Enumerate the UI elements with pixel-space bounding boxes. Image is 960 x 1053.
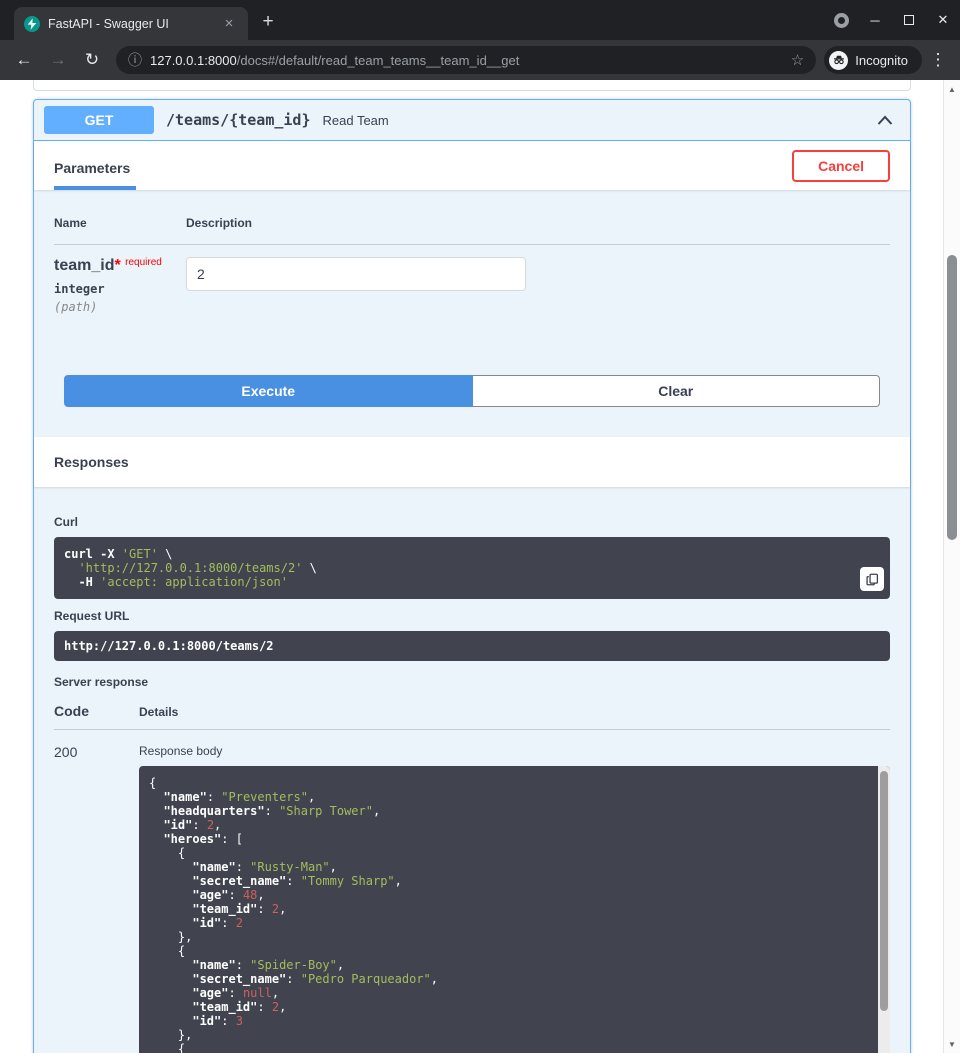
address-bar[interactable]: ⓘ 127.0.0.1:8000/docs#/default/read_team… xyxy=(116,46,816,74)
parameters-table-head: Name Description xyxy=(54,210,890,245)
column-name: Name xyxy=(54,216,186,230)
required-label: required xyxy=(125,257,162,268)
bookmark-star-icon[interactable]: ☆ xyxy=(791,51,804,69)
browser-menu-icon[interactable]: ⋮ xyxy=(924,50,952,70)
required-star: * xyxy=(114,257,120,274)
incognito-badge: Incognito xyxy=(824,46,922,74)
response-body-block: { "name": "Preventers", "headquarters": … xyxy=(139,766,890,1053)
parameter-type: integer xyxy=(54,282,186,296)
responses-body: Curl curl -X 'GET' \ 'http://127.0.0.1:8… xyxy=(34,487,910,1053)
request-url-block: http://127.0.0.1:8000/teams/2 xyxy=(54,631,890,661)
response-body-scrollbar[interactable] xyxy=(878,766,890,1053)
forward-icon[interactable]: → xyxy=(42,44,74,76)
response-body-scrollbar-thumb[interactable] xyxy=(880,771,888,1011)
back-icon[interactable]: ← xyxy=(8,44,40,76)
parameter-name: team_id* required xyxy=(54,257,186,275)
url-text: 127.0.0.1:8000/docs#/default/read_team_t… xyxy=(150,53,783,68)
page-scrollbar[interactable]: ▲ ▼ xyxy=(943,80,960,1053)
execute-button[interactable]: Execute xyxy=(64,375,473,407)
status-code: 200 xyxy=(54,744,139,1053)
parameter-row: team_id* required integer (path) xyxy=(54,257,890,323)
browser-titlebar: FastAPI - Swagger UI × + ─ ✕ xyxy=(0,0,960,40)
request-url-label: Request URL xyxy=(54,609,890,623)
responses-heading: Responses xyxy=(54,454,129,470)
responses-section-header: Responses xyxy=(34,437,910,487)
curl-label: Curl xyxy=(54,515,890,529)
browser-navbar: ← → ↻ ⓘ 127.0.0.1:8000/docs#/default/rea… xyxy=(0,40,960,80)
column-description: Description xyxy=(186,216,890,230)
page-scrollbar-thumb[interactable] xyxy=(947,255,957,540)
copy-icon[interactable] xyxy=(860,567,884,591)
method-badge[interactable]: GET xyxy=(44,106,154,134)
response-details: Response body { "name": "Preventers", "h… xyxy=(139,744,890,1053)
response-row: 200 Response body { "name": "Preventers"… xyxy=(54,730,890,1053)
incognito-icon xyxy=(829,51,848,70)
tab-title: FastAPI - Swagger UI xyxy=(48,17,212,31)
incognito-label: Incognito xyxy=(855,53,908,68)
scroll-down-icon[interactable]: ▼ xyxy=(944,1036,960,1052)
parameters-section-header: Parameters Cancel xyxy=(34,141,910,190)
parameters-body: Name Description team_id* required integ… xyxy=(34,190,910,407)
new-tab-button[interactable]: + xyxy=(254,8,282,36)
swagger-page: GET /teams/{team_id} Read Team Parameter… xyxy=(0,80,960,1053)
response-table-head: Code Details xyxy=(54,703,890,730)
clear-button[interactable]: Clear xyxy=(473,375,881,407)
tab-close-icon[interactable]: × xyxy=(220,15,238,33)
opblock-summary[interactable]: GET /teams/{team_id} Read Team xyxy=(34,100,910,141)
scroll-up-icon[interactable]: ▲ xyxy=(944,81,960,97)
endpoint-path: /teams/{team_id} xyxy=(166,111,311,129)
site-info-icon[interactable]: ⓘ xyxy=(128,50,142,70)
window-controls: ─ ✕ xyxy=(824,0,960,40)
endpoint-summary: Read Team xyxy=(323,113,871,128)
column-details: Details xyxy=(139,705,178,719)
browser-tab[interactable]: FastAPI - Swagger UI × xyxy=(14,7,248,40)
browser-badge-icon[interactable] xyxy=(824,0,858,40)
collapse-chevron-icon[interactable] xyxy=(870,109,900,131)
parameter-description-cell xyxy=(186,257,526,323)
column-code: Code xyxy=(54,703,139,719)
cancel-button[interactable]: Cancel xyxy=(792,150,890,182)
maximize-button[interactable] xyxy=(892,0,926,40)
fastapi-favicon xyxy=(24,16,40,32)
tab-parameters[interactable]: Parameters xyxy=(54,146,136,190)
curl-command-block: curl -X 'GET' \ 'http://127.0.0.1:8000/t… xyxy=(54,537,890,599)
minimize-button[interactable]: ─ xyxy=(858,0,892,40)
url-host: 127.0.0.1:8000 xyxy=(150,53,237,68)
reload-icon[interactable]: ↻ xyxy=(76,44,108,76)
url-path: /docs#/default/read_team_teams__team_id_… xyxy=(237,53,520,68)
server-response-label: Server response xyxy=(54,675,890,689)
close-button[interactable]: ✕ xyxy=(926,0,960,40)
parameter-meta: team_id* required integer (path) xyxy=(54,257,186,323)
execute-button-group: Execute Clear xyxy=(64,375,880,407)
parameter-location: (path) xyxy=(54,300,186,314)
response-body-label: Response body xyxy=(139,744,890,758)
opblock-get-teams: GET /teams/{team_id} Read Team Parameter… xyxy=(33,99,911,1053)
team-id-input[interactable] xyxy=(186,257,526,291)
previous-block-bottom-edge xyxy=(33,80,911,91)
